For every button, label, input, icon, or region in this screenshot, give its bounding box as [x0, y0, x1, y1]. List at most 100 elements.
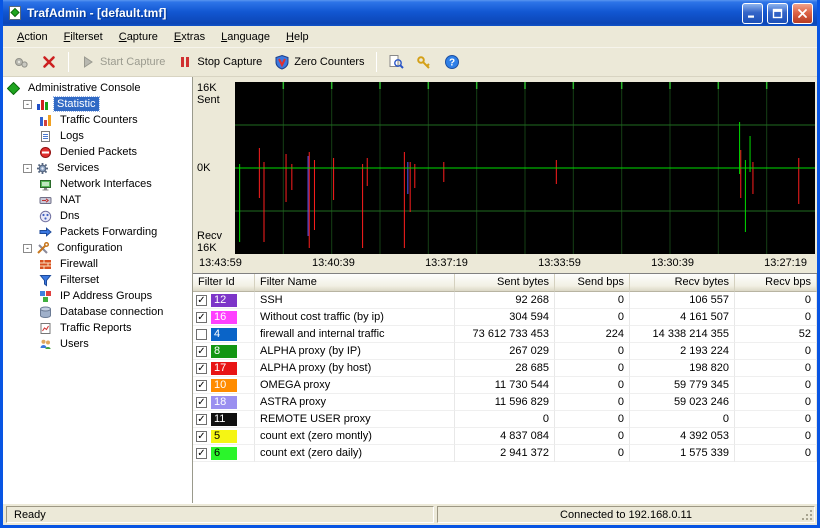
row-checkbox[interactable]: ✓: [196, 311, 207, 323]
row-checkbox[interactable]: [196, 328, 207, 340]
menu-extras[interactable]: Extras: [166, 28, 213, 46]
tree-item-label: Services: [57, 162, 100, 174]
filter-id-cell: ✓ 5: [193, 428, 255, 445]
tree-item-network-interfaces[interactable]: Network Interfaces: [3, 176, 192, 192]
filter-id-cell: ✓ 18: [193, 394, 255, 411]
value-cell: 0: [555, 411, 630, 428]
value-cell: 73 612 733 453: [455, 326, 555, 343]
key-button[interactable]: [411, 50, 437, 74]
value-cell: 28 685: [455, 360, 555, 377]
row-checkbox[interactable]: ✓: [196, 396, 207, 408]
filter-name-cell: Without cost traffic (by ip): [255, 309, 455, 326]
tree-item-packets-forwarding[interactable]: Packets Forwarding: [3, 224, 192, 240]
statistic-icon: [36, 98, 50, 111]
value-cell: 14 338 214 355: [630, 326, 735, 343]
menu-filterset[interactable]: Filterset: [56, 28, 111, 46]
table-row[interactable]: ✓ 16 Without cost traffic (by ip) 304 594 0 4…: [193, 309, 817, 326]
tree-item-traffic-reports[interactable]: Traffic Reports: [3, 320, 192, 336]
axis-top-value: 16K: [197, 82, 217, 94]
title-bar[interactable]: TrafAdmin - [default.tmf]: [3, 0, 817, 26]
row-checkbox[interactable]: ✓: [196, 447, 207, 459]
tree-item-filterset[interactable]: Filterset: [3, 272, 192, 288]
row-checkbox[interactable]: ✓: [196, 345, 207, 357]
table-row[interactable]: ✓ 12 SSH 92 268 0 106 557 0: [193, 292, 817, 309]
toolbar-separator: [375, 52, 377, 72]
resize-grip[interactable]: [801, 509, 814, 522]
collapse-icon[interactable]: -: [23, 243, 32, 253]
stop-capture-label: Stop Capture: [197, 56, 263, 68]
stop-capture-button[interactable]: Stop Capture: [172, 50, 267, 74]
column-header-sent-bytes[interactable]: Sent bytes: [455, 274, 555, 292]
value-cell: 11 596 829: [455, 394, 555, 411]
column-header-filter-id[interactable]: Filter Id: [193, 274, 255, 292]
tree-item-configuration[interactable]: - Configuration: [3, 240, 192, 256]
tree-item-denied-packets[interactable]: Denied Packets: [3, 144, 192, 160]
svg-text:?: ?: [449, 58, 455, 69]
time-tick-label: 13:37:19: [425, 257, 468, 269]
column-header-send-bps[interactable]: Send bps: [555, 274, 630, 292]
tree-item-ip-address-groups[interactable]: IP Address Groups: [3, 288, 192, 304]
table-row[interactable]: ✓ 18 ASTRA proxy 11 596 829 0 59 023 246 0: [193, 394, 817, 411]
delete-button[interactable]: [36, 50, 62, 74]
filter-color-swatch: 10: [211, 378, 237, 392]
tree-item-logs[interactable]: Logs: [3, 128, 192, 144]
column-header-recv-bytes[interactable]: Recv bytes: [630, 274, 735, 292]
value-cell: 0: [735, 394, 817, 411]
tree-item-dns[interactable]: Dns: [3, 208, 192, 224]
tree-item-database-connection[interactable]: Database connection: [3, 304, 192, 320]
zero-counters-button[interactable]: Zero Counters: [269, 50, 369, 74]
find-button[interactable]: [383, 50, 409, 74]
axis-zero-label: 0K: [197, 162, 211, 174]
row-checkbox[interactable]: ✓: [196, 362, 207, 374]
table-row[interactable]: ✓ 5 count ext (zero montly) 4 837 084 0 4 392…: [193, 428, 817, 445]
tree-item-users[interactable]: Users: [3, 336, 192, 352]
table-row[interactable]: ✓ 10 OMEGA proxy 11 730 544 0 59 779 345 0: [193, 377, 817, 394]
row-checkbox[interactable]: ✓: [196, 430, 207, 442]
axis-sent-label: Sent: [197, 94, 220, 106]
collapse-icon[interactable]: -: [23, 99, 32, 109]
minimize-button[interactable]: [742, 2, 763, 24]
traffic-counters-icon: [39, 114, 53, 127]
filter-name-cell: ALPHA proxy (by IP): [255, 343, 455, 360]
collapse-icon[interactable]: -: [23, 163, 32, 173]
tree-item-label: Statistic: [53, 96, 100, 112]
table-body: ✓ 12 SSH 92 268 0 106 557 0 ✓ 16 Without cost tra…: [193, 292, 817, 462]
chart-axis-labels: 16K Sent 0K Recv 16K: [195, 82, 235, 254]
configuration-icon: [36, 241, 50, 255]
table-row[interactable]: ✓ 6 count ext (zero daily) 2 941 372 0 1 575 …: [193, 445, 817, 462]
menu-help[interactable]: Help: [278, 28, 317, 46]
nav-tree: Administrative Console - Statistic Traffic …: [3, 77, 193, 503]
row-checkbox[interactable]: ✓: [196, 294, 207, 306]
row-checkbox[interactable]: ✓: [196, 413, 207, 425]
start-capture-button[interactable]: Start Capture: [75, 50, 170, 74]
filter-name-cell: count ext (zero montly): [255, 428, 455, 445]
column-header-recv-bps[interactable]: Recv bps: [735, 274, 817, 292]
tree-item-traffic-counters[interactable]: Traffic Counters: [3, 112, 192, 128]
settings-button[interactable]: [8, 50, 34, 74]
row-checkbox[interactable]: ✓: [196, 379, 207, 391]
menu-capture[interactable]: Capture: [111, 28, 166, 46]
tree-item-administrative-console[interactable]: Administrative Console: [3, 80, 192, 96]
time-tick-label: 13:27:19: [764, 257, 807, 269]
tree-item-label: Configuration: [57, 242, 123, 254]
tree-item-nat[interactable]: NAT: [3, 192, 192, 208]
maximize-button[interactable]: [767, 2, 788, 24]
tree-item-label: Traffic Reports: [60, 322, 132, 334]
time-tick-label: 13:43:59: [199, 257, 242, 269]
column-header-filter-name[interactable]: Filter Name: [255, 274, 455, 292]
tree-item-label: Denied Packets: [60, 146, 138, 158]
tree-item-services[interactable]: - Services: [3, 160, 192, 176]
table-row[interactable]: ✓ 8 ALPHA proxy (by IP) 267 029 0 2 193 224 0: [193, 343, 817, 360]
table-row[interactable]: ✓ 17 ALPHA proxy (by host) 28 685 0 198 820 0: [193, 360, 817, 377]
table-row[interactable]: 4 firewall and internal traffic 73 612 733…: [193, 326, 817, 343]
table-row[interactable]: ✓ 11 REMOTE USER proxy 0 0 0 0: [193, 411, 817, 428]
tree-item-statistic[interactable]: - Statistic: [3, 96, 192, 112]
tree-item-firewall[interactable]: Firewall: [3, 256, 192, 272]
menu-action[interactable]: Action: [9, 28, 56, 46]
close-button[interactable]: [792, 2, 813, 24]
menu-language[interactable]: Language: [213, 28, 278, 46]
value-cell: 0: [555, 360, 630, 377]
network-interfaces-icon: [39, 178, 53, 191]
shield-icon: [274, 54, 290, 70]
help-button[interactable]: ?: [439, 50, 465, 74]
